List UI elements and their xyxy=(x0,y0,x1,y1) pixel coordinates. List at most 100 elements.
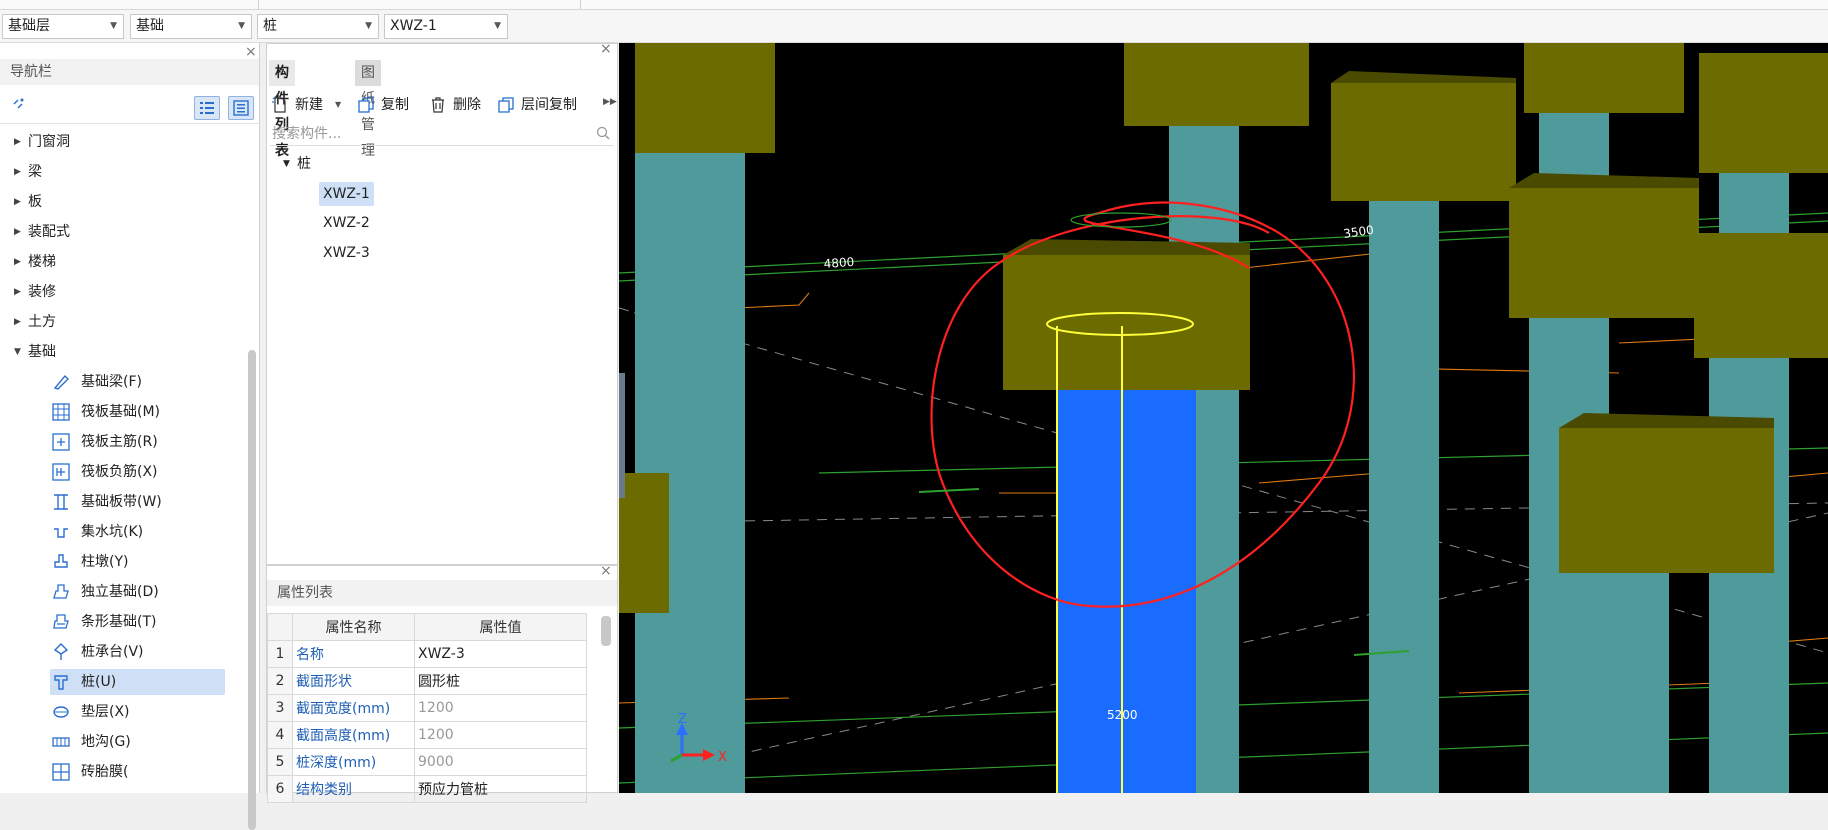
component-item-xwz-2[interactable]: XWZ-2 xyxy=(267,208,617,238)
close-icon[interactable]: × xyxy=(245,44,257,60)
nav-group-label: 板 xyxy=(28,194,42,210)
3d-viewport[interactable]: 4800 3500 5200 Z X xyxy=(619,43,1828,793)
nav-group-label: 楼梯 xyxy=(28,254,56,270)
nav-group-foundation[interactable]: ▼ 基础 xyxy=(0,337,248,367)
category-select[interactable]: 基础 ▼ xyxy=(130,14,252,39)
nav-group-beam[interactable]: ▶ 梁 xyxy=(0,157,248,187)
caret-down-icon: ▼ xyxy=(283,159,290,169)
property-value[interactable]: 1200 xyxy=(414,721,587,749)
navigation-scrollbar[interactable] xyxy=(248,350,256,830)
property-value[interactable]: XWZ-3 xyxy=(414,640,587,668)
nav-group-earthwork[interactable]: ▶ 土方 xyxy=(0,307,248,337)
strip-footing-icon xyxy=(53,614,69,629)
nav-group-finish[interactable]: ▶ 装修 xyxy=(0,277,248,307)
nav-group-stairs[interactable]: ▶ 楼梯 xyxy=(0,247,248,277)
property-value[interactable]: 圆形桩 xyxy=(414,667,587,695)
floor-select-value: 基础层 xyxy=(8,18,50,34)
caret-right-icon: ▶ xyxy=(14,317,21,327)
brick-mold-icon xyxy=(52,763,70,781)
table-row[interactable]: 3 截面宽度(mm) 1200 xyxy=(267,694,587,722)
row-number: 1 xyxy=(267,640,293,668)
properties-table: 属性名称 属性值 1 名称 XWZ-3 2 截面形状 圆形桩 3 截面宽度(mm… xyxy=(267,613,587,803)
nav-item-trench[interactable]: 地沟(G) xyxy=(0,727,248,757)
x-axis-label: X xyxy=(718,750,727,765)
floor-copy-button[interactable]: 层间复制 xyxy=(497,90,593,120)
raft-main-rebar-icon xyxy=(52,433,70,451)
property-value[interactable]: 预应力管桩 xyxy=(414,775,587,803)
component-item-xwz-3[interactable]: XWZ-3 xyxy=(267,238,617,268)
isolated-footing-icon xyxy=(53,584,69,599)
property-name: 截面宽度(mm) xyxy=(292,694,415,722)
more-actions-icon[interactable]: ▶▶ xyxy=(603,97,617,107)
row-number: 2 xyxy=(267,667,293,695)
tab-component-list[interactable]: 构件列表 xyxy=(269,60,295,159)
new-button[interactable]: 新建 ▼ xyxy=(271,90,347,120)
nav-item-foundation-strip[interactable]: 基础板带(W) xyxy=(0,487,248,517)
property-name: 名称 xyxy=(292,640,415,668)
type-select[interactable]: 桩 ▼ xyxy=(257,14,379,39)
delete-icon xyxy=(432,97,444,113)
caret-right-icon: ▶ xyxy=(14,167,21,177)
tab-drawing-management[interactable]: 图纸管理 xyxy=(355,60,381,159)
add-sparkle-icon[interactable] xyxy=(10,96,26,116)
delete-button[interactable]: 删除 xyxy=(429,90,493,120)
table-row[interactable]: 2 截面形状 圆形桩 xyxy=(267,667,587,695)
table-row[interactable]: 1 名称 XWZ-3 xyxy=(267,640,587,668)
new-button-label: 新建 xyxy=(295,97,323,113)
component-list-panel: × 构件列表 图纸管理 新建 ▼ 复制 删除 层间复制 ▶▶ 搜索构件... ▼… xyxy=(266,41,618,565)
nav-group-door-window[interactable]: ▶ 门窗洞 xyxy=(0,127,248,157)
navigation-tools xyxy=(0,90,259,124)
navigation-panel: × 导航栏 ▶ 门窗洞 ▶ 梁 ▶ 板 ▶ 装配式 ▶ 楼梯 ▶ 装修 ▶ 土方 ▼ 基础 基础… xyxy=(0,43,260,830)
nav-item-pile[interactable]: 桩(U) xyxy=(0,667,248,697)
nav-item-cushion[interactable]: 垫层(X) xyxy=(0,697,248,727)
nav-group-label: 土方 xyxy=(28,314,56,330)
nav-group-slab[interactable]: ▶ 板 xyxy=(0,187,248,217)
floor-select[interactable]: 基础层 ▼ xyxy=(2,14,124,39)
caret-right-icon: ▶ xyxy=(14,137,21,147)
nav-item-label: 条形基础(T) xyxy=(81,614,157,630)
component-select-value: XWZ-1 xyxy=(390,18,437,34)
component-tree: ▼ 桩 XWZ-1 XWZ-2 XWZ-3 xyxy=(267,150,617,268)
nav-item-foundation-beam[interactable]: 基础梁(F) xyxy=(0,367,248,397)
copy-icon xyxy=(358,97,374,113)
nav-item-column-pier[interactable]: 柱墩(Y) xyxy=(0,547,248,577)
component-search-input[interactable]: 搜索构件... xyxy=(270,122,614,146)
raft-negative-rebar-icon xyxy=(52,463,70,481)
list-view-button[interactable] xyxy=(194,96,220,120)
copy-button[interactable]: 复制 xyxy=(357,90,421,120)
nav-item-sump-pit[interactable]: 集水坑(K) xyxy=(0,517,248,547)
nav-item-label: 筏板基础(M) xyxy=(81,404,161,420)
component-select[interactable]: XWZ-1 ▼ xyxy=(384,14,508,39)
component-tree-root[interactable]: ▼ 桩 xyxy=(267,150,617,178)
column-pier-icon xyxy=(54,554,68,568)
property-value[interactable]: 9000 xyxy=(414,748,587,776)
menu-strip xyxy=(0,0,1828,10)
nav-item-raft-negative-rebar[interactable]: 筏板负筋(X) xyxy=(0,457,248,487)
nav-item-strip-footing[interactable]: 条形基础(T) xyxy=(0,607,248,637)
close-icon[interactable]: × xyxy=(600,563,612,579)
property-value[interactable]: 1200 xyxy=(414,694,587,722)
table-row[interactable]: 6 结构类别 预应力管桩 xyxy=(267,775,587,803)
nav-item-isolated-footing[interactable]: 独立基础(D) xyxy=(0,577,248,607)
row-number: 4 xyxy=(267,721,293,749)
table-row[interactable]: 5 桩深度(mm) 9000 xyxy=(267,748,587,776)
nav-item-brick-mold[interactable]: 砖胎膜( xyxy=(0,757,248,787)
properties-title: 属性列表 xyxy=(267,580,617,606)
header-property-value: 属性值 xyxy=(414,613,587,641)
close-icon[interactable]: × xyxy=(600,41,612,57)
detail-view-button[interactable] xyxy=(228,96,254,120)
cushion-icon xyxy=(53,706,69,718)
nav-item-raft-foundation[interactable]: 筏板基础(M) xyxy=(0,397,248,427)
table-row[interactable]: 4 截面高度(mm) 1200 xyxy=(267,721,587,749)
nav-group-prefab[interactable]: ▶ 装配式 xyxy=(0,217,248,247)
header-property-name: 属性名称 xyxy=(292,613,415,641)
dropdown-arrow-icon: ▼ xyxy=(494,21,501,31)
nav-item-pile-cap[interactable]: 桩承台(V) xyxy=(0,637,248,667)
search-icon[interactable] xyxy=(596,126,610,140)
type-select-value: 桩 xyxy=(263,18,277,34)
properties-scrollbar[interactable] xyxy=(601,616,611,646)
detail-view-icon xyxy=(233,100,249,116)
component-item-xwz-1[interactable]: XWZ-1 xyxy=(267,178,617,208)
nav-item-raft-main-rebar[interactable]: 筏板主筋(R) xyxy=(0,427,248,457)
panel-resize-handle[interactable] xyxy=(619,373,625,498)
